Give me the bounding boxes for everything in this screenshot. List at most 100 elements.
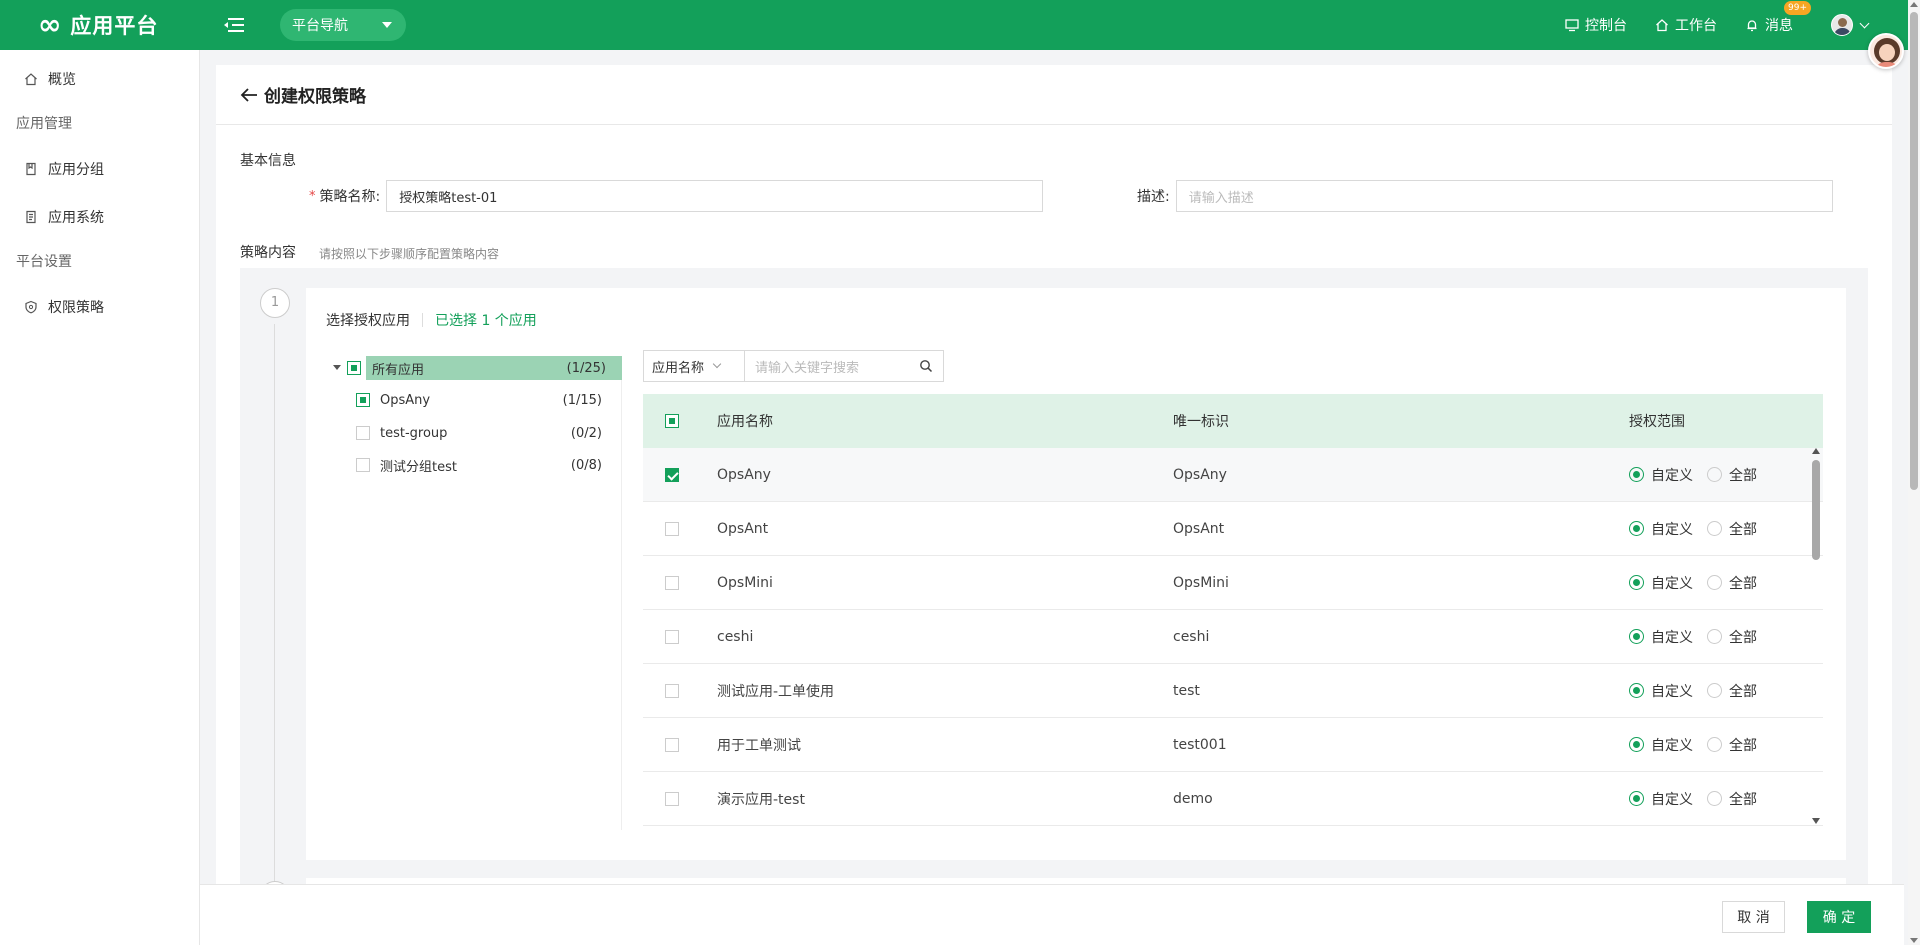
radio-custom[interactable] — [1629, 629, 1644, 644]
platform-nav-dropdown[interactable]: 平台导航 — [280, 9, 406, 41]
page-scrollbar[interactable] — [1908, 0, 1920, 945]
app-search-bar: 应用名称 请输入关键字搜索 — [643, 350, 944, 382]
column-header-scope[interactable]: 授权范围 — [1629, 411, 1685, 431]
search-field-select[interactable]: 应用名称 — [643, 350, 745, 382]
sidebar-item-overview[interactable]: 概览 — [0, 55, 199, 103]
app-name-cell: OpsAnt — [717, 520, 769, 537]
select-all-checkbox[interactable] — [665, 414, 679, 428]
caret-down-icon — [382, 22, 392, 28]
chevron-down-icon — [1859, 18, 1870, 28]
scroll-down-icon[interactable] — [1812, 818, 1820, 824]
tree-node-label: test-group — [380, 425, 448, 441]
assistant-avatar[interactable] — [1868, 33, 1904, 69]
app-logo[interactable]: ∞ 应用平台 — [0, 10, 200, 40]
tree-node-opsany[interactable]: OpsAny (1/15) — [356, 388, 602, 412]
step-title: 选择授权应用 — [326, 313, 410, 329]
workbench-label: 工作台 — [1675, 18, 1717, 34]
radio-custom[interactable] — [1629, 683, 1644, 698]
description-input[interactable]: 请输入描述 — [1175, 180, 1833, 212]
app-id-cell: test001 — [1173, 736, 1227, 753]
row-checkbox[interactable] — [665, 683, 679, 698]
scope-cell: 自定义 全部 — [1629, 519, 1771, 539]
row-checkbox[interactable] — [665, 737, 679, 752]
bell-icon — [1747, 20, 1757, 32]
confirm-button[interactable]: 确 定 — [1807, 901, 1871, 933]
table-row[interactable]: OpsMini OpsMini 自定义 全部 — [643, 556, 1823, 610]
tree-node-highlight: 所有应用 (1/25) — [366, 356, 622, 380]
tree-checkbox[interactable] — [347, 361, 361, 375]
sidebar-item-permission-policy[interactable]: 权限策略 — [0, 283, 199, 331]
scroll-up-icon[interactable] — [1910, 2, 1918, 7]
user-menu[interactable] — [1831, 14, 1870, 36]
workbench-link[interactable]: 工作台 — [1655, 15, 1717, 35]
back-arrow-icon[interactable] — [240, 87, 258, 103]
radio-all[interactable] — [1707, 521, 1722, 536]
radio-custom[interactable] — [1629, 575, 1644, 590]
table-row[interactable]: ceshi ceshi 自定义 全部 — [643, 610, 1823, 664]
table-row[interactable]: 用于工单测试 test001 自定义 全部 — [643, 718, 1823, 772]
table-row[interactable]: OpsAny OpsAny 自定义 全部 — [643, 448, 1823, 502]
caret-down-icon[interactable] — [333, 365, 341, 370]
document-icon — [26, 210, 36, 224]
app-name-cell: OpsAny — [717, 466, 771, 483]
radio-all[interactable] — [1707, 683, 1722, 698]
radio-custom[interactable] — [1629, 737, 1644, 752]
sidebar-item-app-system[interactable]: 应用系统 — [0, 193, 199, 241]
tree-node-test-group[interactable]: test-group (0/2) — [356, 421, 602, 445]
scroll-down-icon[interactable] — [1910, 938, 1918, 943]
chevron-down-icon — [712, 359, 722, 369]
column-header-name[interactable]: 应用名称 — [717, 411, 1173, 431]
radio-all[interactable] — [1707, 467, 1722, 482]
radio-custom-label: 自定义 — [1651, 521, 1693, 538]
column-header-id[interactable]: 唯一标识 — [1173, 411, 1629, 431]
row-checkbox[interactable] — [665, 575, 679, 590]
description-label: 描述: — [1137, 189, 1170, 205]
menu-collapse-icon[interactable] — [224, 17, 244, 33]
app-name-cell: OpsMini — [717, 574, 773, 591]
tree-checkbox[interactable] — [356, 426, 370, 440]
radio-all[interactable] — [1707, 629, 1722, 644]
tree-node-test-group-cn[interactable]: 测试分组test (0/8) — [356, 453, 602, 477]
table-row[interactable]: 测试应用-工单使用 test 自定义 全部 — [643, 664, 1823, 718]
tree-node-label: 测试分组test — [380, 459, 457, 475]
search-input[interactable]: 请输入关键字搜索 — [745, 350, 944, 382]
policy-name-input[interactable]: 授权策略test-01 — [386, 180, 1044, 212]
radio-custom[interactable] — [1629, 521, 1644, 536]
sidebar-item-label: 概览 — [48, 72, 76, 88]
policy-name-label: 策略名称: — [319, 189, 381, 205]
sidebar-item-app-group[interactable]: 应用分组 — [0, 145, 199, 193]
radio-all[interactable] — [1707, 737, 1722, 752]
cancel-button[interactable]: 取 消 — [1722, 901, 1785, 933]
row-checkbox[interactable] — [665, 791, 679, 806]
scope-cell: 自定义 全部 — [1629, 465, 1771, 485]
radio-all[interactable] — [1707, 791, 1722, 806]
tree-checkbox[interactable] — [356, 458, 370, 472]
row-checkbox[interactable] — [665, 521, 679, 536]
scroll-thumb[interactable] — [1812, 460, 1820, 560]
step-connector — [274, 324, 275, 884]
table-row[interactable]: OpsAnt OpsAnt 自定义 全部 — [643, 502, 1823, 556]
radio-custom[interactable] — [1629, 791, 1644, 806]
messages-link[interactable]: 消息 99+ — [1745, 1, 1811, 35]
row-checkbox[interactable] — [665, 629, 679, 644]
console-link[interactable]: 控制台 — [1565, 15, 1627, 35]
scope-cell: 自定义 全部 — [1629, 789, 1771, 809]
policy-steps-area: 1 选择授权应用 已选择 1 个应用 所有应用 (1/25) OpsAny (1… — [240, 268, 1868, 945]
table-row[interactable]: 演示应用-test demo 自定义 全部 — [643, 772, 1823, 826]
app-id-cell: ceshi — [1173, 628, 1210, 645]
scope-cell: 自定义 全部 — [1629, 573, 1771, 593]
description-row: 描述: 请输入描述 — [1137, 180, 1833, 212]
radio-all-label: 全部 — [1729, 575, 1757, 592]
radio-all[interactable] — [1707, 575, 1722, 590]
footer-actions: 取 消 确 定 — [200, 884, 1904, 945]
app-name: 应用平台 — [70, 14, 159, 38]
tree-node-all-apps[interactable]: 所有应用 (1/25) — [326, 356, 622, 380]
scroll-up-icon[interactable] — [1812, 448, 1820, 454]
scroll-thumb[interactable] — [1910, 12, 1918, 490]
table-scrollbar[interactable] — [1811, 448, 1821, 824]
search-icon[interactable] — [919, 359, 933, 373]
tree-checkbox[interactable] — [356, 393, 370, 407]
radio-custom[interactable] — [1629, 467, 1644, 482]
row-checkbox[interactable] — [665, 467, 679, 482]
step-number: 1 — [260, 288, 290, 318]
